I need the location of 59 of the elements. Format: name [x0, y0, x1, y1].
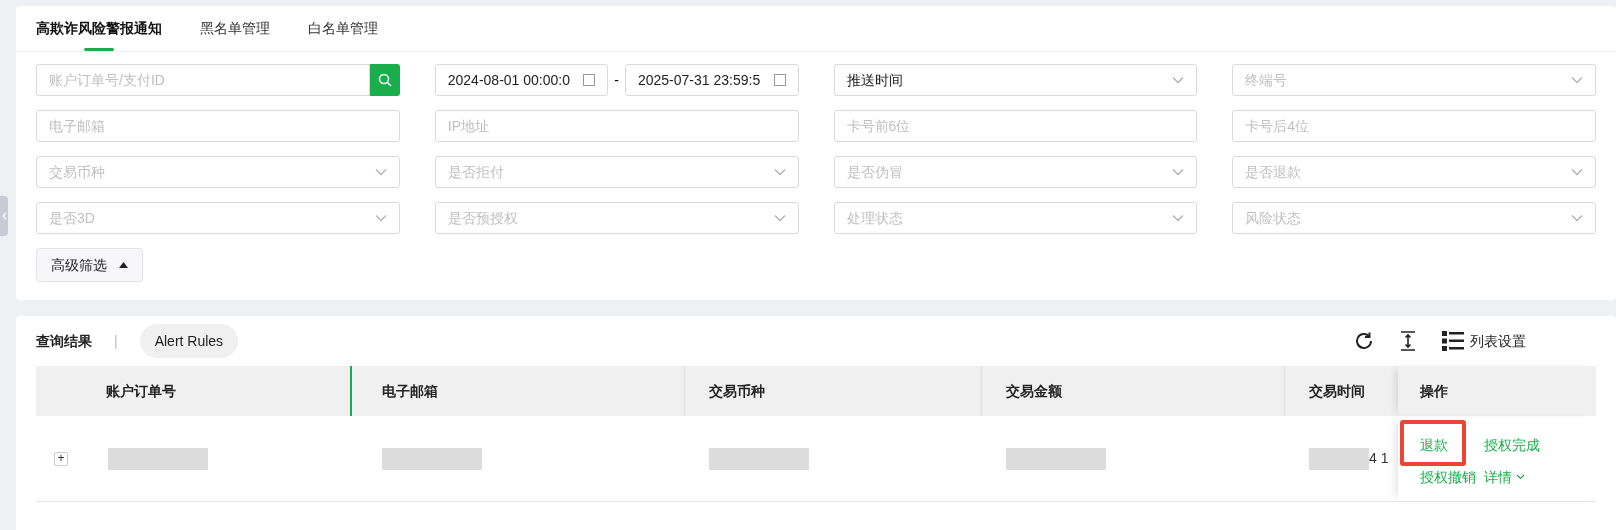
chevron-down-icon	[1571, 168, 1583, 176]
chevron-down-icon	[1571, 214, 1583, 222]
calendar-icon	[583, 74, 596, 86]
select-field[interactable]: 风险状态	[1232, 202, 1596, 234]
collapse-handle[interactable]	[0, 196, 8, 236]
expand-row-button[interactable]: +	[54, 451, 68, 466]
blurred-text-block	[1309, 447, 1369, 470]
chevron-left-icon	[1, 212, 7, 220]
select-field[interactable]: 处理状态	[833, 202, 1198, 234]
column-header: 操作	[1420, 381, 1448, 401]
tab[interactable]: 高欺诈风险警报通知	[36, 18, 162, 51]
alert-rules-button[interactable]: Alert Rules	[139, 324, 239, 358]
chevron-down-icon	[374, 214, 387, 222]
chevron-down-icon	[773, 168, 786, 176]
tab[interactable]: 白名单管理	[308, 18, 378, 51]
column-header: 交易时间	[1309, 381, 1365, 401]
chevron-down-icon	[1172, 76, 1185, 84]
search-button[interactable]	[369, 64, 400, 96]
column-header: 账户订单号	[106, 381, 176, 401]
chevron-down-icon	[1571, 76, 1583, 84]
refresh-icon[interactable]	[1354, 331, 1374, 351]
row-height-icon[interactable]	[1400, 331, 1416, 351]
column-header: 交易币种	[709, 381, 765, 401]
action-link[interactable]: 退款	[1420, 436, 1448, 454]
input-field[interactable]: 卡号前6位	[833, 110, 1198, 142]
range-separator: -	[614, 70, 619, 90]
list-icon	[1442, 331, 1464, 351]
select-field[interactable]: 推送时间	[833, 64, 1198, 96]
end-date-field[interactable]: 2025-07-31 23:59:5	[624, 64, 799, 96]
caret-up-icon	[119, 262, 128, 268]
search-icon	[377, 73, 392, 87]
select-field[interactable]: 终端号	[1232, 64, 1596, 96]
column-header: 交易金额	[1006, 381, 1062, 401]
search-field[interactable]: 账户订单号/支付ID	[36, 64, 370, 96]
column-settings-button[interactable]: 列表设置	[1442, 330, 1526, 352]
input-field[interactable]: IP地址	[434, 110, 799, 142]
start-date-field[interactable]: 2024-08-01 00:00:0	[434, 64, 609, 96]
chevron-down-icon	[1172, 214, 1185, 222]
tab[interactable]: 黑名单管理	[200, 18, 270, 51]
select-field[interactable]: 交易币种	[36, 156, 400, 188]
action-link[interactable]: 详情	[1484, 468, 1525, 486]
table-cell-text: 4 1	[1369, 449, 1389, 468]
action-link[interactable]: 授权完成	[1484, 436, 1540, 454]
action-link[interactable]: 授权撤销	[1420, 468, 1476, 486]
select-field[interactable]: 是否拒付	[434, 156, 799, 188]
chevron-down-icon	[773, 214, 786, 222]
chevron-down-icon	[374, 168, 387, 176]
calendar-icon	[773, 74, 786, 86]
chevron-down-icon	[1172, 168, 1185, 176]
separator: |	[114, 331, 118, 351]
select-field[interactable]: 是否3D	[36, 202, 400, 234]
input-field[interactable]: 电子邮箱	[36, 110, 400, 142]
select-field[interactable]: 是否预授权	[434, 202, 799, 234]
select-field[interactable]: 是否退款	[1232, 156, 1596, 188]
select-field[interactable]: 是否伪冒	[833, 156, 1198, 188]
advanced-filter-button[interactable]: 高级筛选	[36, 248, 143, 282]
results-title: 查询结果	[36, 331, 92, 351]
input-field[interactable]: 卡号后4位	[1232, 110, 1596, 142]
column-header: 电子邮箱	[382, 381, 438, 401]
